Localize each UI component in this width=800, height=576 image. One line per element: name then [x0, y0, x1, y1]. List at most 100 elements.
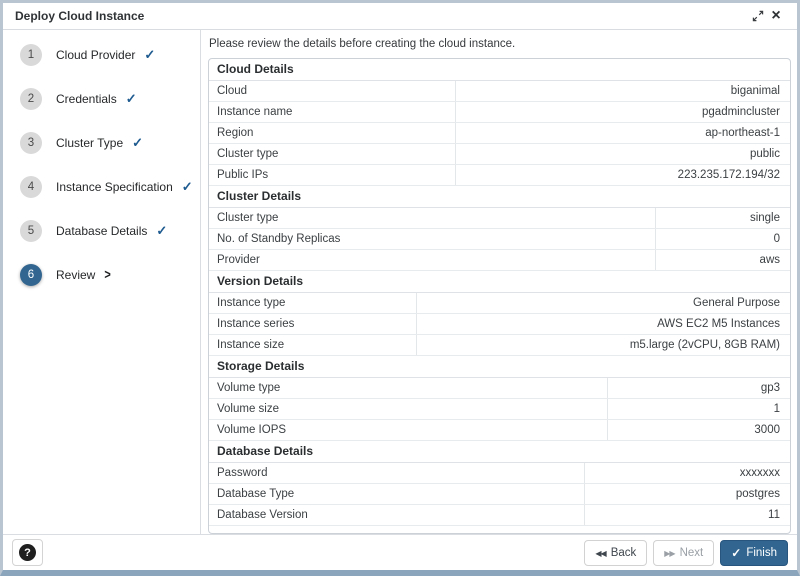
maximize-icon[interactable] [749, 7, 767, 25]
table-row: Instance type General Purpose [209, 293, 790, 314]
section-title: Database Details [209, 441, 790, 463]
row-label: Cloud [209, 81, 456, 101]
step-number-badge: 3 [20, 132, 42, 154]
table-row: Instance size m5.large (2vCPU, 8GB RAM) [209, 335, 790, 356]
row-label: Cluster type [209, 208, 656, 228]
row-label: Instance type [209, 293, 417, 313]
row-value: single [656, 208, 790, 228]
row-value: 11 [585, 505, 790, 525]
step-credentials[interactable]: 2 Credentials ✓ [3, 77, 200, 121]
step-label: Credentials [56, 92, 117, 106]
table-row: Volume type gp3 [209, 378, 790, 399]
back-button[interactable]: ◀◀ Back [584, 540, 647, 566]
dialog-body: 1 Cloud Provider ✓ 2 Credentials ✓ 3 Clu… [3, 30, 797, 534]
row-label: Region [209, 123, 456, 143]
row-label: Volume size [209, 399, 608, 419]
step-cluster-type[interactable]: 3 Cluster Type ✓ [3, 121, 200, 165]
review-details-table: Cloud Details Cloud biganimal Instance n… [208, 58, 791, 534]
section-database-details: Database Details Password xxxxxxx Databa… [209, 441, 790, 526]
chevron-right-icon: > [104, 268, 110, 283]
check-icon: ✓ [126, 91, 137, 107]
row-label: Password [209, 463, 585, 483]
next-button-label: Next [680, 547, 704, 559]
row-label: Database Version [209, 505, 585, 525]
double-left-arrow-icon: ◀◀ [595, 549, 605, 558]
section-title: Storage Details [209, 356, 790, 378]
section-cloud-details: Cloud Details Cloud biganimal Instance n… [209, 59, 790, 186]
section-title: Cluster Details [209, 186, 790, 208]
row-label: No. of Standby Replicas [209, 229, 656, 249]
table-row: Volume size 1 [209, 399, 790, 420]
row-label: Cluster type [209, 144, 456, 164]
row-value: postgres [585, 484, 790, 504]
section-version-details: Version Details Instance type General Pu… [209, 271, 790, 356]
row-label: Public IPs [209, 165, 456, 185]
finish-button[interactable]: ✓ Finish [720, 540, 788, 566]
deploy-cloud-instance-dialog: Deploy Cloud Instance × 1 Cloud Provider… [0, 0, 800, 576]
row-value: 0 [656, 229, 790, 249]
row-value: AWS EC2 M5 Instances [417, 314, 790, 334]
table-row: Instance series AWS EC2 M5 Instances [209, 314, 790, 335]
step-instance-specification[interactable]: 4 Instance Specification ✓ [3, 165, 200, 209]
step-label: Cluster Type [56, 136, 123, 150]
review-instruction: Please review the details before creatin… [209, 38, 791, 50]
section-storage-details: Storage Details Volume type gp3 Volume s… [209, 356, 790, 441]
row-value: public [456, 144, 790, 164]
next-button[interactable]: ▶▶ Next [653, 540, 714, 566]
back-button-label: Back [611, 547, 637, 559]
step-number-badge: 2 [20, 88, 42, 110]
section-title: Cloud Details [209, 59, 790, 81]
row-value: 223.235.172.194/32 [456, 165, 790, 185]
row-label: Provider [209, 250, 656, 270]
table-row: Password xxxxxxx [209, 463, 790, 484]
table-row: Database Version 11 [209, 505, 790, 526]
dialog-footer: ? ◀◀ Back ▶▶ Next ✓ Finish [3, 534, 797, 570]
table-row: Database Type postgres [209, 484, 790, 505]
check-icon: ✓ [182, 179, 193, 195]
step-number-badge: 5 [20, 220, 42, 242]
table-row: Cluster type public [209, 144, 790, 165]
help-button[interactable]: ? [12, 539, 43, 566]
table-row: Cloud biganimal [209, 81, 790, 102]
step-number-badge: 1 [20, 44, 42, 66]
finish-button-label: Finish [746, 547, 777, 559]
dialog-titlebar: Deploy Cloud Instance × [3, 3, 797, 30]
table-row: Public IPs 223.235.172.194/32 [209, 165, 790, 186]
step-label: Cloud Provider [56, 48, 135, 62]
section-title: Version Details [209, 271, 790, 293]
section-cluster-details: Cluster Details Cluster type single No. … [209, 186, 790, 271]
row-value: m5.large (2vCPU, 8GB RAM) [417, 335, 790, 355]
step-review[interactable]: 6 Review > [3, 253, 200, 297]
step-label: Database Details [56, 224, 147, 238]
step-database-details[interactable]: 5 Database Details ✓ [3, 209, 200, 253]
table-row: Cluster type single [209, 208, 790, 229]
step-number-badge: 4 [20, 176, 42, 198]
check-icon: ✓ [731, 546, 741, 560]
double-right-arrow-icon: ▶▶ [664, 549, 674, 558]
dialog-title: Deploy Cloud Instance [15, 9, 144, 23]
row-value: ap-northeast-1 [456, 123, 790, 143]
row-value: 1 [608, 399, 790, 419]
row-value: pgadmincluster [456, 102, 790, 122]
row-value: gp3 [608, 378, 790, 398]
check-icon: ✓ [132, 135, 143, 151]
row-label: Volume type [209, 378, 608, 398]
table-row: Instance name pgadmincluster [209, 102, 790, 123]
row-label: Database Type [209, 484, 585, 504]
check-icon: ✓ [144, 47, 155, 63]
table-row: Region ap-northeast-1 [209, 123, 790, 144]
step-number-badge: 6 [20, 264, 42, 286]
row-value: aws [656, 250, 790, 270]
step-cloud-provider[interactable]: 1 Cloud Provider ✓ [3, 33, 200, 77]
row-value: General Purpose [417, 293, 790, 313]
check-icon: ✓ [156, 223, 167, 239]
row-label: Instance size [209, 335, 417, 355]
row-label: Instance name [209, 102, 456, 122]
close-icon[interactable]: × [767, 7, 785, 25]
row-label: Volume IOPS [209, 420, 608, 440]
table-row: No. of Standby Replicas 0 [209, 229, 790, 250]
row-value: biganimal [456, 81, 790, 101]
table-row: Provider aws [209, 250, 790, 271]
step-label: Instance Specification [56, 180, 173, 194]
step-label: Review [56, 268, 95, 282]
